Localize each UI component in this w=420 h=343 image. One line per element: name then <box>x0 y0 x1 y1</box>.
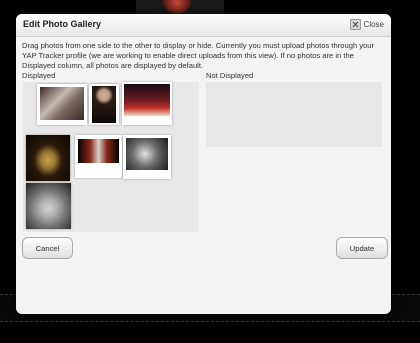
photo-thumbnail[interactable] <box>26 135 70 181</box>
bw-headshot-photo <box>126 138 168 170</box>
close-icon[interactable] <box>349 19 361 30</box>
cancel-button[interactable]: Cancel <box>22 237 73 259</box>
not-displayed-photos-panel[interactable] <box>206 82 382 147</box>
photo-thumbnail[interactable] <box>37 84 87 125</box>
bw-closeup-headshot-photo <box>26 183 71 229</box>
photo-thumbnail[interactable] <box>26 183 71 229</box>
edit-photo-gallery-dialog: Edit Photo Gallery Close Drag photos fro… <box>16 14 391 314</box>
photo-thumbnail[interactable] <box>75 135 122 178</box>
dialog-title: Edit Photo Gallery <box>23 19 102 29</box>
singer-portrait-photo <box>92 86 116 123</box>
update-button[interactable]: Update <box>336 237 388 259</box>
photo-thumbnail[interactable] <box>122 82 172 125</box>
opera-ensemble-photo <box>40 87 84 120</box>
close-label[interactable]: Close <box>364 20 384 29</box>
displayed-column-label: Displayed <box>22 71 56 80</box>
displayed-photos-panel[interactable] <box>23 82 199 232</box>
duet-on-stage-photo <box>78 139 119 163</box>
stage-scene-photo <box>124 84 170 116</box>
instructions-text: Drag photos from one side to the other t… <box>22 41 375 70</box>
photo-thumbnail[interactable] <box>123 135 171 179</box>
costumed-performer-photo <box>26 135 70 181</box>
photo-thumbnail[interactable] <box>89 84 119 125</box>
close-button[interactable]: Close <box>349 19 384 30</box>
dialog-titlebar: Edit Photo Gallery Close <box>16 14 391 37</box>
not-displayed-column-label: Not Displayed <box>206 71 254 80</box>
